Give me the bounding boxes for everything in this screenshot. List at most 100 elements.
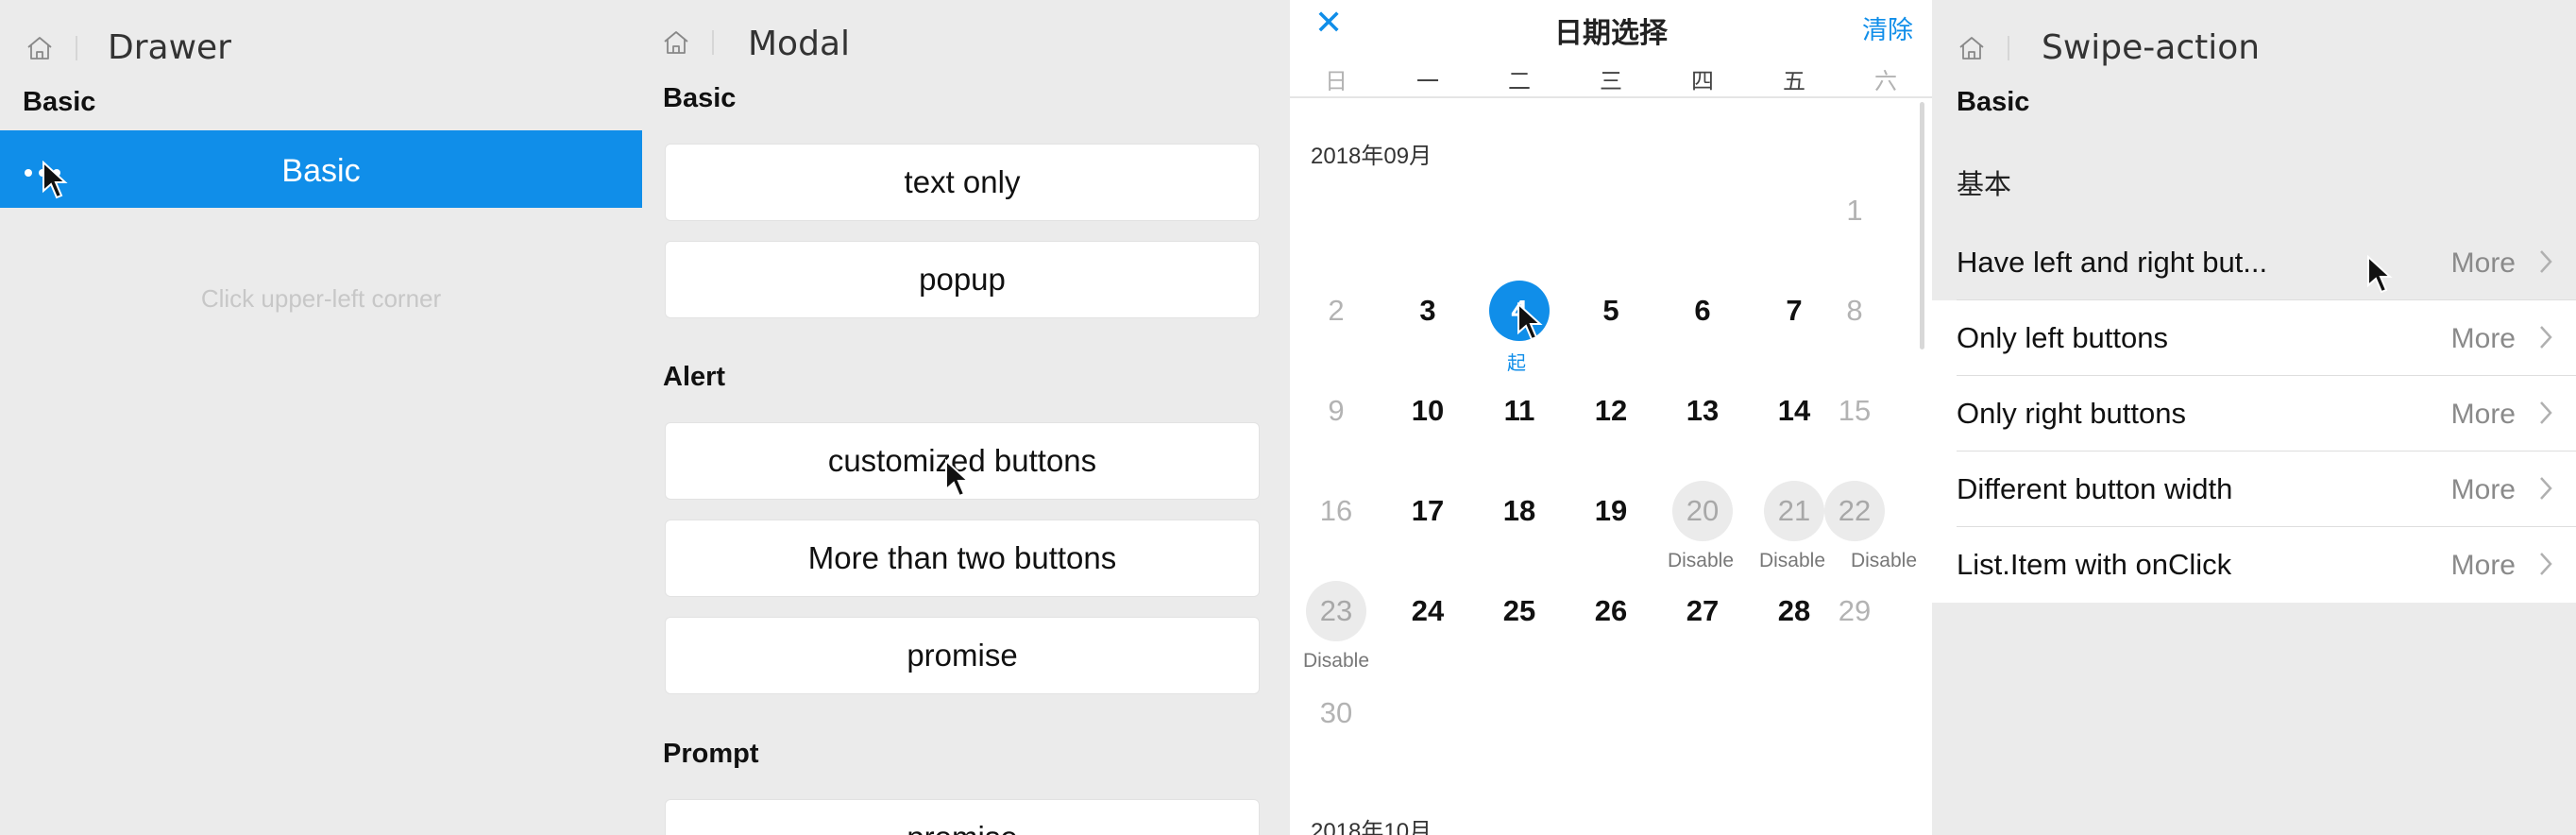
calendar-day[interactable]: 14 <box>1761 378 1827 444</box>
calendar-day[interactable]: 13 <box>1669 378 1736 444</box>
list-item-label: Different button width <box>1957 472 2233 505</box>
mouse-cursor-icon <box>944 459 971 499</box>
month-label: 2018年10月 <box>1311 819 1432 835</box>
calendar-day[interactable]: 18 <box>1486 478 1552 544</box>
chevron-right-icon <box>2536 472 2555 504</box>
weekday-label: 四 <box>1691 69 1714 94</box>
page-title: Swipe-action <box>2042 28 2261 67</box>
calendar-day-disabled: 22 <box>1824 481 1885 541</box>
list-item[interactable]: Have left and right but... More <box>1932 225 2576 300</box>
calendar-day-disabled: 20 <box>1672 481 1733 541</box>
calendar-day[interactable]: 29 <box>1822 578 1888 644</box>
list-item-extra: More <box>2450 474 2516 505</box>
list-item[interactable]: List.Item with onClick More <box>1932 527 2576 603</box>
calendar-day[interactable]: 5 <box>1578 278 1644 344</box>
disable-label: Disable <box>1758 550 1826 571</box>
scrollbar[interactable] <box>1920 102 1924 349</box>
popup-button[interactable]: popup <box>665 241 1260 318</box>
disable-label: Disable <box>1302 650 1370 672</box>
prompt-promise-button[interactable]: promise <box>665 799 1260 835</box>
home-icon[interactable] <box>1957 34 1986 62</box>
calendar-day[interactable]: 12 <box>1578 378 1644 444</box>
calendar-day[interactable]: 24 <box>1395 578 1461 644</box>
home-icon[interactable] <box>662 28 690 57</box>
chevron-right-icon <box>2536 548 2555 580</box>
chevron-right-icon <box>2536 246 2555 278</box>
weekday-label: 六 <box>1874 69 1897 94</box>
list-item-extra: More <box>2450 550 2516 581</box>
weekday-label: 二 <box>1508 69 1531 94</box>
list-item-extra: More <box>2450 323 2516 354</box>
calendar-day[interactable]: 26 <box>1578 578 1644 644</box>
weekday-label: 三 <box>1600 69 1622 94</box>
calendar-day[interactable]: 10 <box>1395 378 1461 444</box>
calendar-day[interactable]: 28 <box>1761 578 1827 644</box>
mouse-cursor-icon <box>42 161 68 200</box>
chevron-right-icon <box>2536 321 2555 353</box>
calendar-day[interactable]: 27 <box>1669 578 1736 644</box>
list-item-label: Only left buttons <box>1957 321 2169 354</box>
start-date-label: 起 <box>1507 353 1526 374</box>
list-item-label: List.Item with onClick <box>1957 548 2232 581</box>
calendar-day[interactable]: 1 <box>1822 178 1888 244</box>
disable-label: Disable <box>1850 550 1918 571</box>
home-icon[interactable] <box>25 34 54 62</box>
swipe-nav-bar: Swipe-action <box>1932 0 2576 94</box>
month-label: 2018年09月 <box>1311 144 1432 169</box>
drawer-nav-bar: Drawer <box>0 0 642 94</box>
nav-separator <box>712 30 714 55</box>
list-item[interactable]: Different button width More <box>1932 452 2576 527</box>
calendar-title: 日期选择 <box>1554 18 1668 49</box>
divider <box>1290 96 1932 98</box>
calendar-day[interactable]: 8 <box>1822 278 1888 344</box>
calendar-day[interactable]: 19 <box>1578 478 1644 544</box>
calendar-day[interactable]: 6 <box>1669 278 1736 344</box>
mouse-cursor-icon <box>1517 302 1543 342</box>
promise-button[interactable]: promise <box>665 617 1260 694</box>
page-title: Modal <box>748 25 850 63</box>
list-item-label: Only right buttons <box>1957 397 2186 430</box>
section-heading-basic: Basic <box>663 83 737 113</box>
nav-separator <box>76 36 77 60</box>
modal-nav-bar: Modal <box>642 0 1290 94</box>
swipe-action-panel: Swipe-action Basic 基本 Have left and righ… <box>1932 0 2576 835</box>
calendar-day[interactable]: 16 <box>1303 478 1369 544</box>
calendar-day[interactable]: 7 <box>1761 278 1827 344</box>
calendar-day-disabled: 23 <box>1306 581 1366 641</box>
weekday-label: 日 <box>1325 69 1347 94</box>
drawer-nav-bar-basic: Basic <box>0 130 642 208</box>
more-than-two-buttons-button[interactable]: More than two buttons <box>665 520 1260 597</box>
calendar-panel: ✕ 日期选择 清除 日 一 二 三 四 五 六 2018年09月 1 2 3 4… <box>1290 0 1932 835</box>
calendar-day-disabled: 21 <box>1764 481 1824 541</box>
section-heading-prompt: Prompt <box>663 739 759 769</box>
text-only-button[interactable]: text only <box>665 144 1260 221</box>
calendar-day[interactable]: 9 <box>1303 378 1369 444</box>
chevron-right-icon <box>2536 397 2555 429</box>
section-heading-basic: Basic <box>1957 87 2030 117</box>
disable-label: Disable <box>1667 550 1735 571</box>
list-header-text: 基本 <box>1957 170 2012 200</box>
list-item[interactable]: Only left buttons More <box>1932 300 2576 376</box>
list-item-extra: More <box>2450 247 2516 279</box>
calendar-day[interactable]: 2 <box>1303 278 1369 344</box>
calendar-day[interactable]: 25 <box>1486 578 1552 644</box>
weekday-label: 五 <box>1783 69 1805 94</box>
calendar-day[interactable]: 15 <box>1822 378 1888 444</box>
calendar-day[interactable]: 30 <box>1303 680 1369 746</box>
list-item[interactable]: Only right buttons More <box>1932 376 2576 452</box>
drawer-hint-text: Click upper-left corner <box>200 284 442 313</box>
section-heading-basic: Basic <box>23 87 96 117</box>
list-item-label: Have left and right but... <box>1957 246 2268 279</box>
mouse-cursor-icon <box>2366 255 2393 295</box>
page-title: Drawer <box>108 28 231 67</box>
drawer-panel: Drawer Basic Basic Click upper-left corn… <box>0 0 642 835</box>
calendar-header: ✕ 日期选择 清除 <box>1290 0 1932 50</box>
section-heading-alert: Alert <box>663 362 726 392</box>
list-item-extra: More <box>2450 399 2516 430</box>
calendar-day[interactable]: 11 <box>1486 378 1552 444</box>
clear-button[interactable]: 清除 <box>1862 9 1913 46</box>
calendar-day[interactable]: 3 <box>1395 278 1461 344</box>
weekday-label: 一 <box>1416 69 1439 94</box>
drawer-bar-title: Basic <box>281 153 361 189</box>
calendar-day[interactable]: 17 <box>1395 478 1461 544</box>
